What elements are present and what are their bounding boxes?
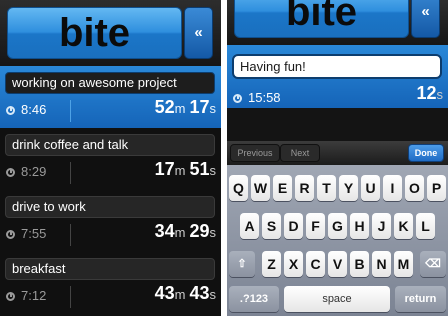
return-key[interactable]: return	[395, 286, 446, 312]
minutes-unit: m	[174, 287, 186, 302]
duration-seconds: 17	[189, 97, 210, 117]
key-x[interactable]: X	[284, 251, 303, 277]
key-k[interactable]: K	[394, 213, 413, 239]
logo-button[interactable]: bite	[7, 7, 182, 59]
key-u[interactable]: U	[361, 175, 380, 201]
duration: 17m 51s	[155, 159, 216, 180]
duration-minutes: 43	[154, 283, 175, 303]
right-screen: bite « Having fun! 15:58 12s Previous Ne…	[227, 0, 448, 316]
divider	[70, 224, 71, 246]
key-d[interactable]: D	[284, 213, 303, 239]
header: bite «	[0, 0, 221, 66]
list-item[interactable]: breakfast 7:12 43m 43s	[0, 252, 221, 314]
task-name[interactable]: drink coffee and talk	[5, 134, 215, 156]
task-name[interactable]: drive to work	[5, 196, 215, 218]
key-r[interactable]: R	[295, 175, 314, 201]
task-name[interactable]: working on awesome project	[5, 72, 215, 94]
duration-seconds: 51	[189, 159, 210, 179]
keyboard-toolbar: Previous Next Done	[227, 141, 448, 165]
start-time: 8:46	[21, 102, 47, 117]
divider	[70, 100, 71, 122]
key-l[interactable]: L	[416, 213, 435, 239]
divider	[70, 162, 71, 184]
key-e[interactable]: E	[273, 175, 292, 201]
key-a[interactable]: A	[240, 213, 259, 239]
numbers-key[interactable]: .?123	[229, 286, 279, 312]
done-button[interactable]: Done	[408, 144, 444, 162]
current-entry: Having fun! 15:58 12s	[227, 45, 448, 108]
start-time: 8:29	[21, 164, 47, 179]
key-j[interactable]: J	[372, 213, 391, 239]
collapse-button[interactable]: «	[411, 0, 440, 38]
divider	[70, 286, 71, 308]
left-screen: bite « working on awesome project 8:46 52m…	[0, 0, 221, 316]
list-item[interactable]: working on awesome project 8:46 52m 17s	[0, 66, 221, 128]
start-time: 15:58	[248, 90, 281, 105]
start-time: 7:55	[21, 226, 47, 241]
duration-seconds: 43	[189, 283, 210, 303]
duration-minutes: 52	[154, 97, 175, 117]
next-button[interactable]: Next	[280, 144, 320, 162]
duration-seconds: 29	[189, 221, 210, 241]
seconds-unit: s	[209, 163, 217, 178]
key-n[interactable]: N	[372, 251, 391, 277]
task-name[interactable]: breakfast	[5, 258, 215, 280]
key-t[interactable]: T	[317, 175, 336, 201]
minutes-unit: m	[174, 101, 186, 116]
clock-icon	[6, 230, 15, 239]
duration: 34m 29s	[155, 221, 216, 242]
clock-icon	[6, 168, 15, 177]
key-h[interactable]: H	[350, 213, 369, 239]
duration: 43m 43s	[155, 283, 216, 304]
key-g[interactable]: G	[328, 213, 347, 239]
duration: 52m 17s	[155, 97, 216, 118]
duration-minutes: 17	[154, 159, 175, 179]
clock-icon	[6, 106, 15, 115]
duration-seconds: 12	[416, 83, 437, 103]
key-s[interactable]: S	[262, 213, 281, 239]
seconds-unit: s	[209, 287, 217, 302]
key-v[interactable]: V	[328, 251, 347, 277]
previous-button[interactable]: Previous	[230, 144, 280, 162]
key-b[interactable]: B	[350, 251, 369, 277]
key-y[interactable]: Y	[339, 175, 358, 201]
minutes-unit: m	[174, 163, 186, 178]
header: bite «	[227, 0, 448, 45]
minutes-unit: m	[174, 225, 186, 240]
seconds-unit: s	[209, 225, 217, 240]
key-m[interactable]: M	[394, 251, 413, 277]
backspace-key[interactable]: ⌫	[420, 251, 446, 277]
duration: 12s	[416, 83, 443, 104]
seconds-unit: s	[436, 87, 444, 102]
start-time: 7:12	[21, 288, 47, 303]
space-key[interactable]: space	[284, 286, 390, 312]
seconds-unit: s	[209, 101, 217, 116]
key-w[interactable]: W	[251, 175, 270, 201]
key-i[interactable]: I	[383, 175, 402, 201]
logo-button[interactable]: bite	[234, 0, 409, 38]
duration-minutes: 34	[154, 221, 175, 241]
key-z[interactable]: Z	[262, 251, 281, 277]
note-input[interactable]: Having fun!	[232, 54, 442, 79]
keyboard: Q W E R T Y U I O P A S D F G H J K L ⇧ Z X C V B N M ⌫ .?123 space re…	[227, 165, 448, 316]
key-q[interactable]: Q	[229, 175, 248, 201]
clock-icon	[233, 94, 242, 103]
spacer	[227, 108, 448, 141]
key-p[interactable]: P	[427, 175, 446, 201]
key-o[interactable]: O	[405, 175, 424, 201]
key-c[interactable]: C	[306, 251, 325, 277]
collapse-button[interactable]: «	[184, 7, 213, 59]
clock-icon	[6, 292, 15, 301]
key-f[interactable]: F	[306, 213, 325, 239]
shift-key[interactable]: ⇧	[229, 251, 255, 277]
list-item[interactable]: drink coffee and talk 8:29 17m 51s	[0, 128, 221, 190]
list-item[interactable]: drive to work 7:55 34m 29s	[0, 190, 221, 252]
